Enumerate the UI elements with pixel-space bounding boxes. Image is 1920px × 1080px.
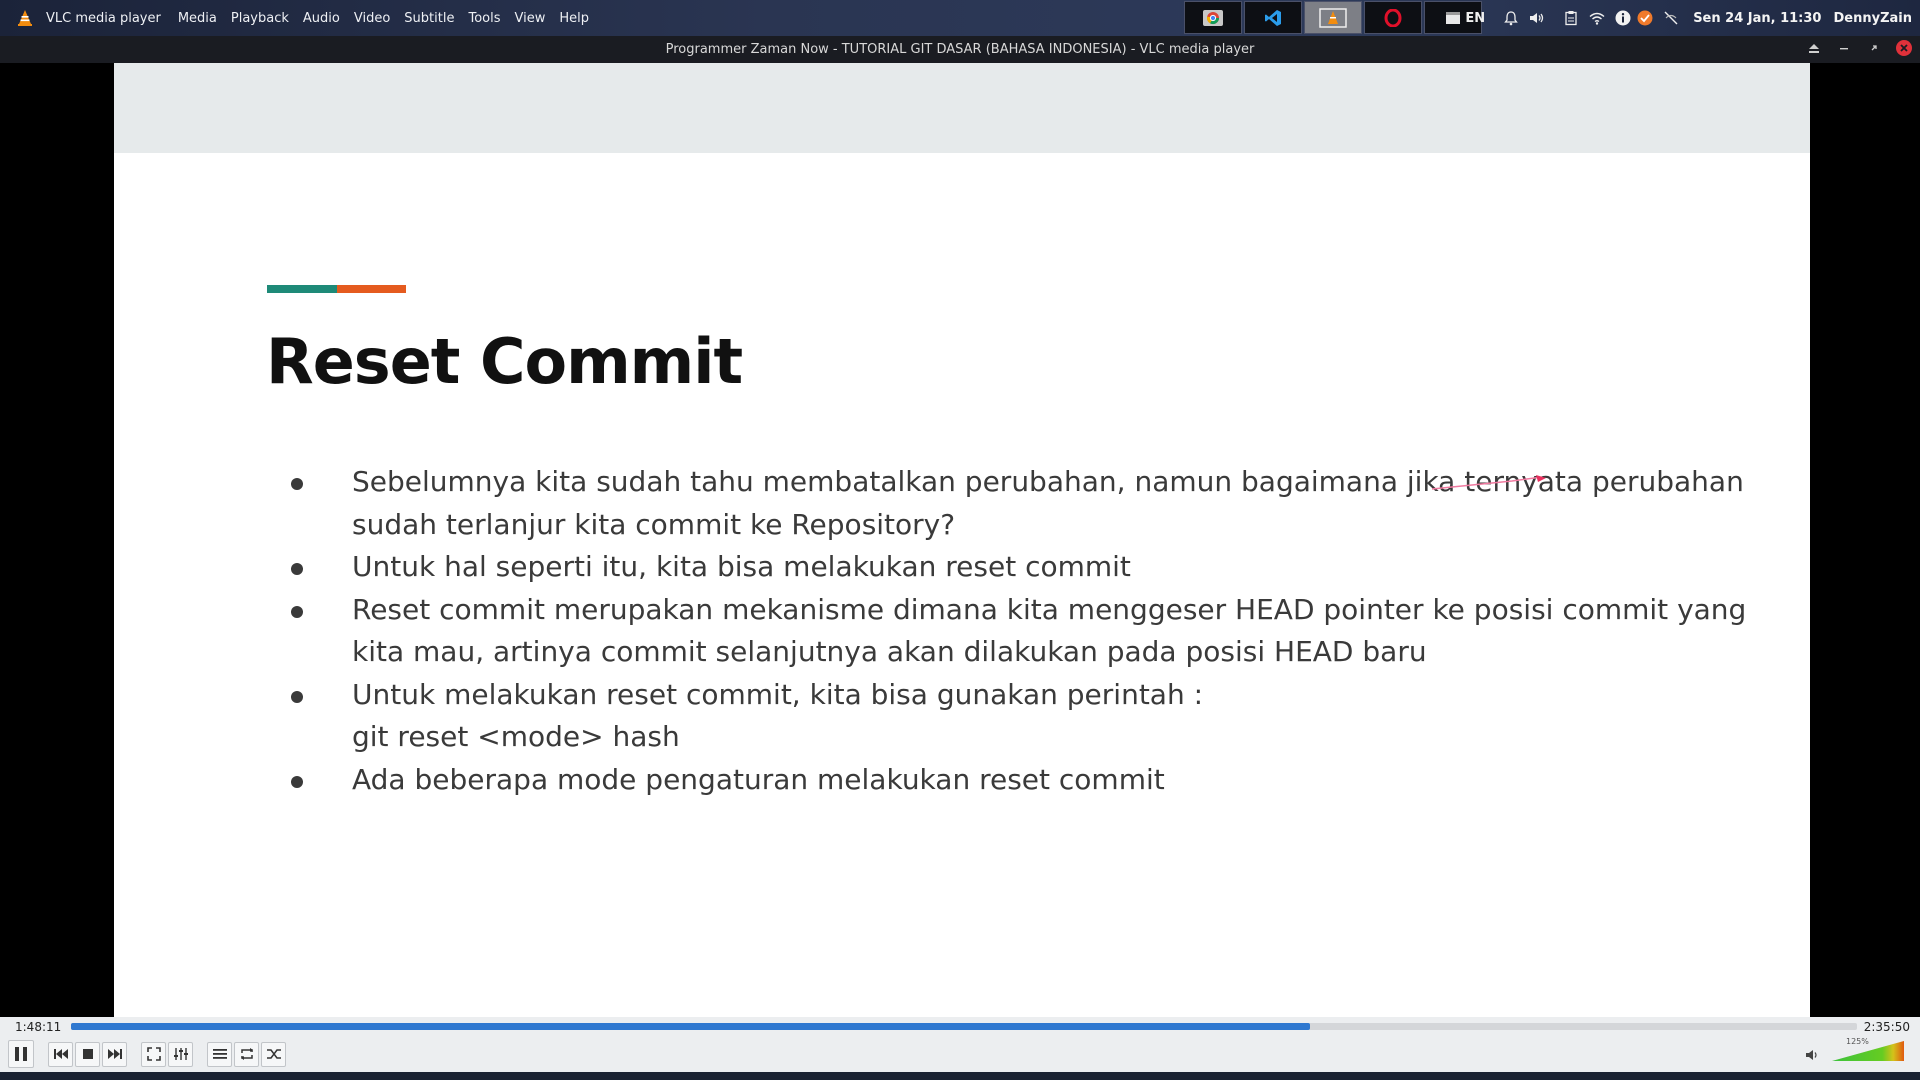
bullet-line: Ada beberapa mode pengaturan melakukan r… <box>352 762 1165 796</box>
pen-cursor-mark <box>1432 475 1546 490</box>
info-icon[interactable] <box>1615 10 1631 26</box>
speaker-icon[interactable] <box>1806 1049 1820 1061</box>
bullet-dot <box>291 690 303 703</box>
accent-bar-orange <box>337 285 406 293</box>
menu-video[interactable]: Video <box>347 11 397 26</box>
extended-settings-button[interactable] <box>168 1041 193 1067</box>
taskbar-opera-button[interactable] <box>1364 1 1422 34</box>
slide-header-band <box>114 63 1810 153</box>
accent-bar-green <box>267 285 337 293</box>
equalizer-icon <box>173 1048 188 1060</box>
volume-control: 125% <box>1806 1037 1904 1061</box>
keyboard-layout-indicator[interactable]: EN <box>1465 11 1485 26</box>
clock[interactable]: Sen 24 Jan, 11:30 <box>1693 11 1821 26</box>
update-manager-icon[interactable] <box>1637 10 1653 26</box>
pause-icon <box>15 1047 27 1061</box>
loop-button[interactable] <box>234 1041 259 1067</box>
menu-playback[interactable]: Playback <box>224 11 296 26</box>
elapsed-time[interactable]: 1:48:11 <box>15 1020 61 1034</box>
playlist-icon <box>212 1049 227 1059</box>
vlc-icon[interactable] <box>16 9 34 27</box>
opera-icon <box>1384 8 1402 27</box>
slide-title: Reset Commit <box>266 325 743 398</box>
skip-next-icon <box>107 1049 122 1059</box>
user-name[interactable]: DennyZain <box>1833 11 1912 26</box>
speaker-icon[interactable] <box>1529 10 1545 26</box>
bullet-line: sudah terlanjur kita commit ke Repositor… <box>352 507 956 541</box>
video-area[interactable]: Reset Commit Sebelumnya kita sudah tahu … <box>0 63 1920 1017</box>
repeat-icon <box>240 1048 253 1060</box>
slide-accent-bar <box>267 285 406 293</box>
bullet-item: Untuk hal seperti itu, kita bisa melakuk… <box>284 546 1784 589</box>
bullet-list: Sebelumnya kita sudah tahu membatalkan p… <box>284 461 1784 801</box>
taskbar-vlc-button[interactable] <box>1304 1 1362 34</box>
vlc-icon <box>1319 7 1347 28</box>
window-icon <box>1446 11 1460 24</box>
next-button[interactable] <box>102 1041 127 1067</box>
eject-icon[interactable] <box>1806 40 1822 56</box>
menu-view[interactable]: View <box>508 11 553 26</box>
bullet-item: Ada beberapa mode pengaturan melakukan r… <box>284 759 1784 802</box>
playback-controls: 1:48:11 2:35:50 125% <box>0 1017 1920 1072</box>
vscode-icon <box>1265 9 1281 26</box>
minimize-icon[interactable] <box>1836 40 1852 56</box>
window-title: Programmer Zaman Now - TUTORIAL GIT DASA… <box>665 42 1255 57</box>
taskbar <box>1184 1 1482 34</box>
playlist-button[interactable] <box>207 1041 232 1067</box>
menu-tools[interactable]: Tools <box>461 11 507 26</box>
bullet-dot <box>291 563 303 575</box>
bullet-line: Untuk melakukan reset commit, kita bisa … <box>352 677 1204 711</box>
bullet-line: kita mau, artinya commit selanjutnya aka… <box>352 635 1427 668</box>
menubar: VLC media player Media Playback Audio Vi… <box>46 11 596 26</box>
menu-help[interactable]: Help <box>552 11 596 26</box>
volume-slider[interactable]: 125% <box>1832 1037 1904 1061</box>
shuffle-button[interactable] <box>261 1041 286 1067</box>
stop-icon <box>82 1049 93 1059</box>
fullscreen-icon <box>146 1047 161 1061</box>
bell-icon[interactable] <box>1503 10 1519 26</box>
bullet-item: Untuk melakukan reset commit, kita bisa … <box>284 674 1784 759</box>
bullet-line: Reset commit merupakan mekanisme dimana … <box>352 592 1747 626</box>
chrome-icon <box>1203 9 1223 26</box>
bullet-dot <box>291 775 303 788</box>
total-time[interactable]: 2:35:50 <box>1864 1020 1910 1034</box>
bullet-dot <box>291 478 303 490</box>
presentation-slide: Reset Commit Sebelumnya kita sudah tahu … <box>114 63 1810 1017</box>
window-titlebar[interactable]: Programmer Zaman Now - TUTORIAL GIT DASA… <box>0 36 1920 63</box>
bullet-line: Untuk hal seperti itu, kita bisa melakuk… <box>352 550 1131 583</box>
close-icon[interactable] <box>1896 40 1912 56</box>
network-disconnected-icon[interactable] <box>1663 10 1679 26</box>
control-buttons <box>8 1040 288 1068</box>
taskbar-chrome-button[interactable] <box>1184 1 1242 34</box>
taskbar-vscode-button[interactable] <box>1244 1 1302 34</box>
bullet-item: Sebelumnya kita sudah tahu membatalkan p… <box>284 461 1784 546</box>
window-controls <box>1806 40 1912 56</box>
fullscreen-button[interactable] <box>141 1041 166 1067</box>
menu-audio[interactable]: Audio <box>296 11 347 26</box>
menu-media[interactable]: Media <box>171 11 224 26</box>
skip-previous-icon <box>53 1049 68 1059</box>
volume-percentage: 125% <box>1846 1037 1869 1046</box>
system-tray: EN Sen 24 Jan, 11:30 DennyZain <box>1465 0 1920 36</box>
system-top-panel: VLC media player Media Playback Audio Vi… <box>0 0 1920 36</box>
wifi-icon[interactable] <box>1589 10 1605 26</box>
seek-bar[interactable] <box>71 1023 1857 1030</box>
bullet-item: Reset commit merupakan mekanisme dimana … <box>284 589 1784 674</box>
shuffle-icon <box>266 1049 281 1059</box>
clipboard-icon[interactable] <box>1563 10 1579 26</box>
stop-button[interactable] <box>75 1041 100 1067</box>
bullet-dot <box>291 605 303 618</box>
previous-button[interactable] <box>48 1041 73 1067</box>
bullet-line: Sebelumnya kita sudah tahu membatalkan p… <box>352 465 1744 498</box>
bullet-line: git reset <mode> hash <box>352 720 680 753</box>
menu-subtitle[interactable]: Subtitle <box>397 11 461 26</box>
restore-icon[interactable] <box>1866 40 1882 56</box>
seek-bar-progress <box>71 1023 1311 1030</box>
pause-button[interactable] <box>8 1040 34 1068</box>
desktop-bottom-strip <box>0 1072 1920 1080</box>
menu-app-name[interactable]: VLC media player <box>46 11 171 26</box>
